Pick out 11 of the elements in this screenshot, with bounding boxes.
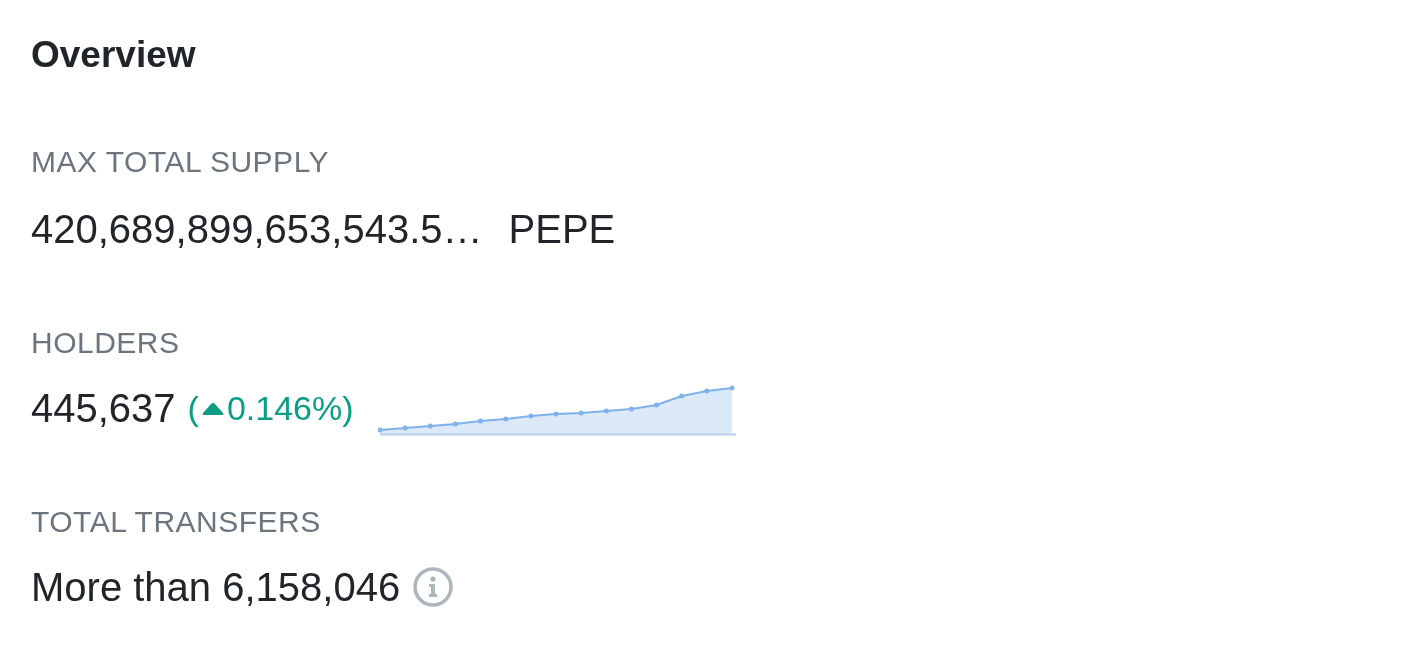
holders-value: 445,637 xyxy=(31,385,176,432)
change-paren: ( xyxy=(187,388,199,429)
field-label: TOTAL TRANSFERS xyxy=(31,504,322,540)
field-label: MAX TOTAL SUPPLY xyxy=(31,144,331,180)
transfers-value: More than 6,158,046 xyxy=(31,564,401,611)
change-percent: 0.146%) xyxy=(226,388,354,429)
token-symbol: PEPE xyxy=(508,206,616,253)
info-icon[interactable] xyxy=(412,566,455,608)
supply-value: 420,689,899,653,543.5… xyxy=(31,206,483,253)
field-label: HOLDERS xyxy=(31,325,181,361)
section-title: Overview xyxy=(31,33,197,77)
